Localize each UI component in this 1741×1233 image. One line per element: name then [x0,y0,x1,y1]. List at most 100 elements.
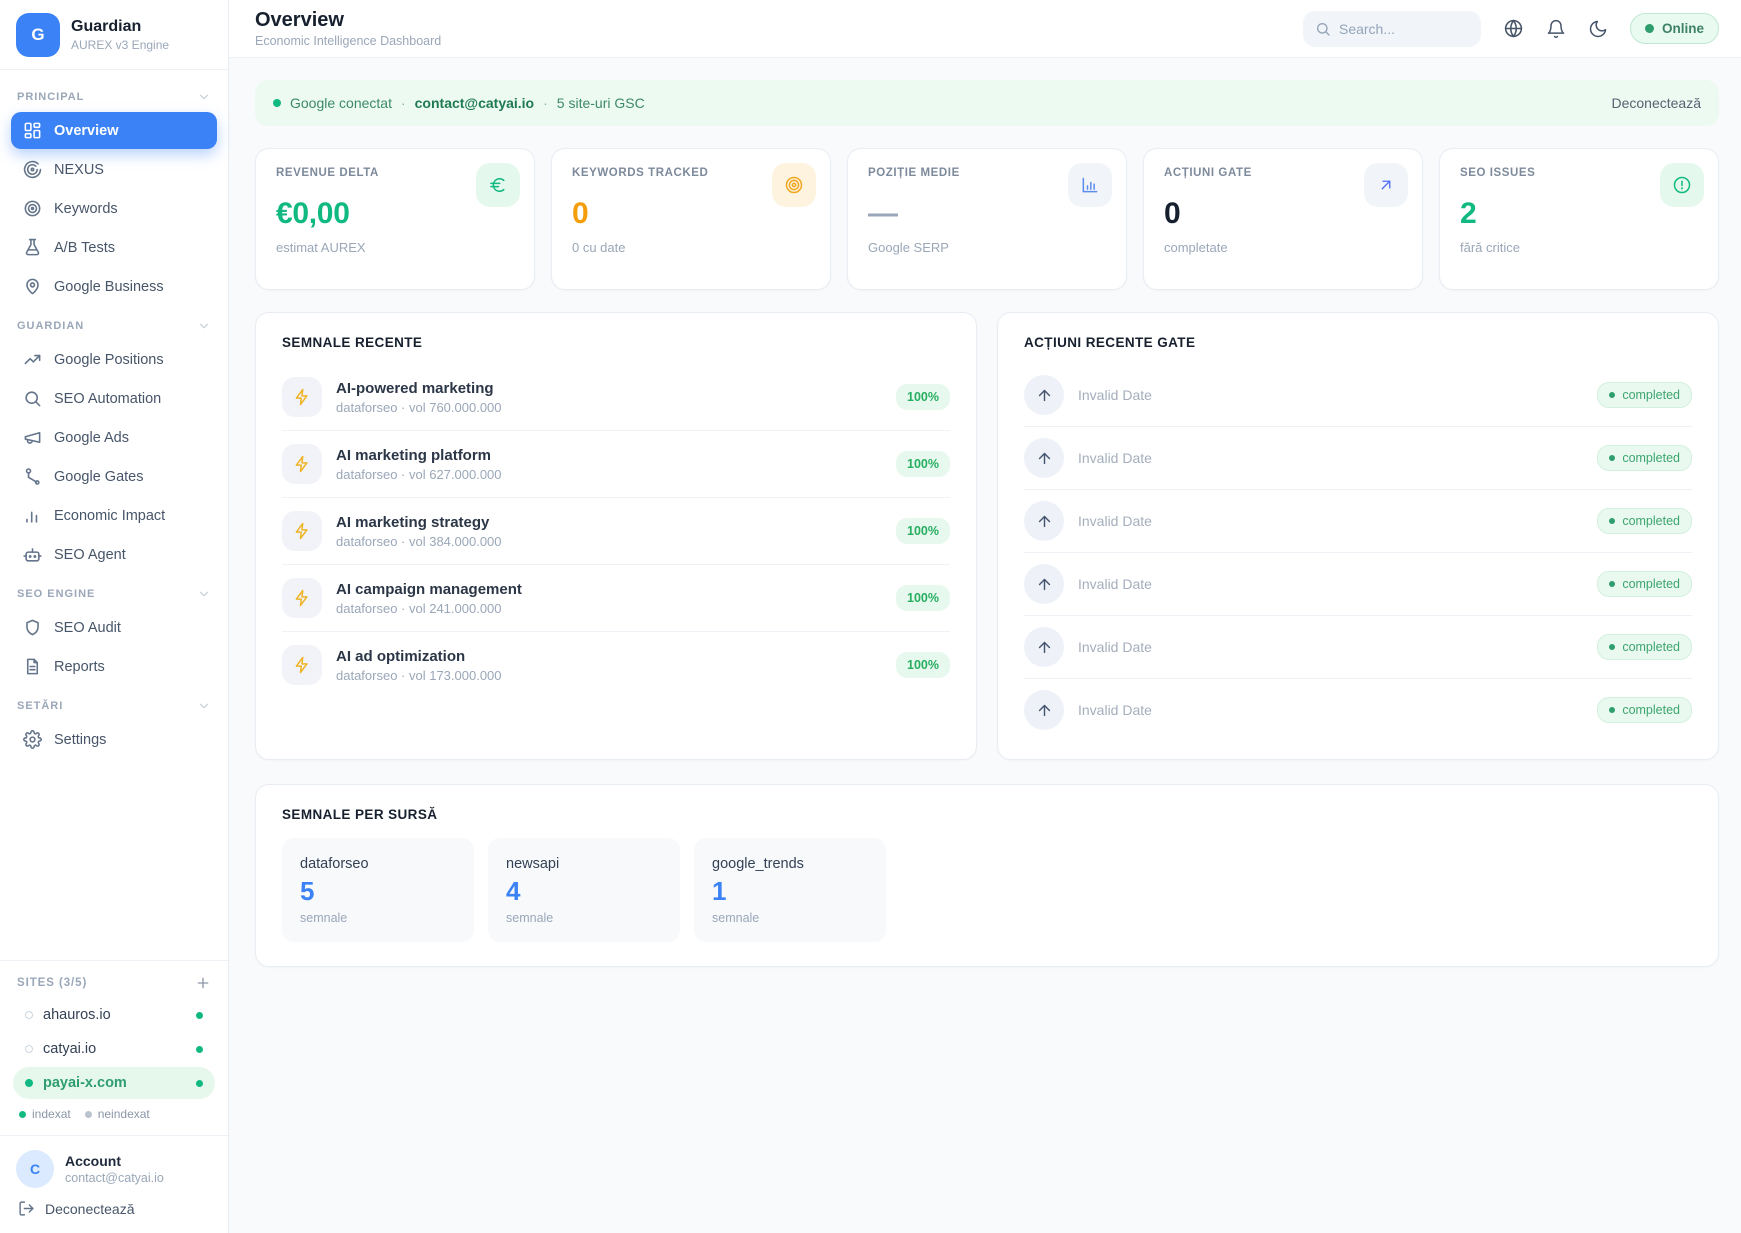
gate-action-date: Invalid Date [1078,639,1152,655]
disconnect-button[interactable]: Deconectează [1611,95,1701,111]
gate-action-row[interactable]: Invalid Date completed [1024,364,1692,427]
gate-action-row[interactable]: Invalid Date completed [1024,490,1692,553]
signal-row[interactable]: AI marketing strategy dataforseo · vol 3… [282,498,950,565]
source-card-google-trends: google_trends 1 semnale [694,838,886,942]
signal-title: AI marketing strategy [336,514,502,531]
sidebar-item-seo-audit[interactable]: SEO Audit [11,609,217,646]
nav-section-seo-engine[interactable]: SEO ENGINE [11,575,217,609]
sidebar-item-label: NEXUS [54,162,104,178]
bell-icon[interactable] [1546,19,1566,39]
topbar: Overview Economic Intelligence Dashboard [229,0,1741,58]
source-unit: semnale [300,911,456,925]
legend-not-indexed-label: neindexat [98,1107,150,1121]
stat-value: 0 [572,197,810,231]
globe-icon[interactable] [1503,18,1524,39]
completed-dot-icon [1609,581,1615,587]
sidebar-item-reports[interactable]: Reports [11,648,217,685]
source-count: 1 [712,876,868,907]
signal-meta: dataforseo · vol 384.000.000 [336,534,502,549]
zap-icon [282,377,322,417]
arrow-up-icon [1024,501,1064,541]
status-badge-completed: completed [1597,382,1692,408]
arrow-up-icon [1024,690,1064,730]
sidebar-item-ab-tests[interactable]: A/B Tests [11,229,217,266]
logout-button[interactable]: Deconectează [16,1188,212,1223]
sites-section: SITES (3/5) ahauros.io catyai.io payai-x… [0,960,228,1135]
sidebar-item-nexus[interactable]: NEXUS [11,151,217,188]
logout-label: Deconectează [45,1201,135,1217]
signal-row[interactable]: AI ad optimization dataforseo · vol 173.… [282,632,950,698]
banner-email[interactable]: contact@catyai.io [415,95,534,111]
megaphone-icon [23,428,42,447]
status-badge[interactable]: Online [1630,13,1719,44]
search-box[interactable] [1303,11,1481,47]
arrow-up-icon [1024,375,1064,415]
avatar: C [16,1150,54,1188]
sidebar-nav: PRINCIPAL Overview NEXUS Keywords [0,70,228,760]
site-name: payai-x.com [43,1075,127,1091]
source-count: 5 [300,876,456,907]
search-icon [23,389,42,408]
status-label: Online [1662,21,1704,36]
chevron-down-icon [197,319,211,333]
nav-section-principal[interactable]: PRINCIPAL [11,78,217,112]
completed-dot-icon [1609,518,1615,524]
gate-action-row[interactable]: Invalid Date completed [1024,616,1692,679]
sidebar-item-seo-agent[interactable]: SEO Agent [11,536,217,573]
target-icon [772,163,816,207]
gear-icon [23,730,42,749]
zap-icon [282,645,322,685]
nav-section-guardian[interactable]: GUARDIAN [11,307,217,341]
add-site-button[interactable] [195,975,211,991]
sidebar-item-label: SEO Automation [54,391,161,407]
signal-row[interactable]: AI-powered marketing dataforseo · vol 76… [282,364,950,431]
sidebar-item-keywords[interactable]: Keywords [11,190,217,227]
account-row[interactable]: C Account contact@catyai.io [16,1150,212,1188]
gate-action-date: Invalid Date [1078,576,1152,592]
status-badge-completed: completed [1597,445,1692,471]
nav-section-setari[interactable]: SETĂRI [11,687,217,721]
sidebar-item-seo-automation[interactable]: SEO Automation [11,380,217,417]
sidebar-item-google-business[interactable]: Google Business [11,268,217,305]
sidebar-item-google-ads[interactable]: Google Ads [11,419,217,456]
search-input[interactable] [1339,21,1459,37]
sidebar-item-economic-impact[interactable]: Economic Impact [11,497,217,534]
stat-value: — [868,197,1106,231]
gate-action-row[interactable]: Invalid Date completed [1024,427,1692,490]
site-status-ring-icon [25,1045,33,1053]
signal-score-badge: 100% [896,652,950,678]
site-row-payai-x[interactable]: payai-x.com [13,1067,215,1099]
stat-sub: Google SERP [868,240,1106,255]
site-name: catyai.io [43,1041,96,1057]
stat-cards: REVENUE DELTA €0,00 estimat AUREX KEYWOR… [255,148,1719,290]
online-dot-icon [1645,24,1654,33]
gate-action-row[interactable]: Invalid Date completed [1024,679,1692,741]
chevron-down-icon [197,699,211,713]
chevron-down-icon [197,587,211,601]
signal-score-badge: 100% [896,451,950,477]
signal-row[interactable]: AI campaign management dataforseo · vol … [282,565,950,632]
signal-title: AI marketing platform [336,447,502,464]
connected-dot-icon [273,99,281,107]
sidebar-item-google-positions[interactable]: Google Positions [11,341,217,378]
gate-action-date: Invalid Date [1078,513,1152,529]
site-row-ahauros[interactable]: ahauros.io [13,999,215,1031]
stat-card-actiuni-gate: ACȚIUNI GATE 0 completate [1143,148,1423,290]
layout-grid-icon [23,121,42,140]
radar-icon [23,160,42,179]
stat-sub: fără critice [1460,240,1698,255]
bar-chart-icon [23,506,42,525]
signal-row[interactable]: AI marketing platform dataforseo · vol 6… [282,431,950,498]
source-card-newsapi: newsapi 4 semnale [488,838,680,942]
completed-dot-icon [1609,392,1615,398]
status-badge-completed: completed [1597,697,1692,723]
gate-action-row[interactable]: Invalid Date completed [1024,553,1692,616]
panel-title: SEMNALE PER SURSĂ [282,807,1692,822]
sidebar-item-settings[interactable]: Settings [11,721,217,758]
moon-icon[interactable] [1588,19,1608,39]
flask-icon [23,238,42,257]
site-row-catyai[interactable]: catyai.io [13,1033,215,1065]
sidebar-item-overview[interactable]: Overview [11,112,217,149]
sidebar-item-google-gates[interactable]: Google Gates [11,458,217,495]
target-icon [23,199,42,218]
